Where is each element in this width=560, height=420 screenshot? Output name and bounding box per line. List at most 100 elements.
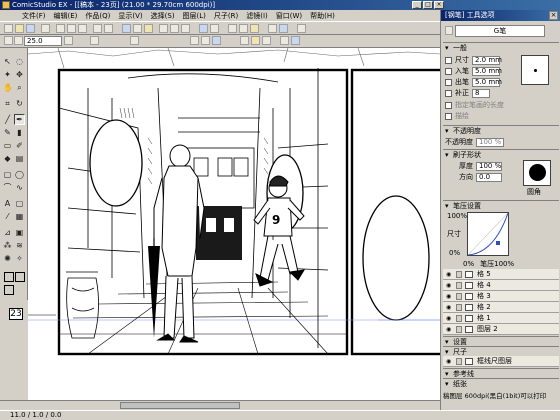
hand-icon[interactable]: ✋ [2,82,13,93]
zoom-icon[interactable]: ⌕ [14,82,25,93]
help-icon[interactable] [297,24,306,33]
rotate-right-icon[interactable] [201,36,210,45]
magic-wand-icon[interactable]: ✦ [2,69,13,80]
polyline-icon[interactable]: ⌒ [2,182,13,193]
fit-window-icon[interactable] [181,24,190,33]
focus-line-icon[interactable]: ✺ [2,253,13,264]
brush-shape-preview[interactable] [523,160,551,186]
lock-icon[interactable] [456,293,462,300]
lock-icon[interactable] [456,358,462,365]
zoom-dropdown-icon[interactable] [64,36,73,45]
ruler-view-icon[interactable] [239,24,248,33]
sparkle-icon[interactable]: ✧ [14,253,25,264]
app-icon[interactable] [2,1,10,9]
print-icon[interactable] [41,24,50,33]
select-icon[interactable]: ↖ [2,56,13,67]
zoom-out-small-icon[interactable] [4,36,13,45]
layer-props-icon[interactable] [144,24,153,33]
eye-icon[interactable]: ◉ [446,358,454,365]
lock-icon[interactable] [456,315,462,322]
hand-view-icon[interactable] [240,36,249,45]
correction-input[interactable]: 8 [472,88,490,98]
zoom-in-small-icon[interactable] [14,36,23,45]
marker-icon[interactable]: ▮ [14,127,25,138]
section-opacity[interactable]: 不透明度 [443,125,559,136]
balloon-icon[interactable]: ▢ [14,198,25,209]
tool-options-close-button[interactable]: × [549,11,558,20]
rect-icon[interactable]: ▢ [2,169,13,180]
grid-icon[interactable] [228,24,237,33]
transparency-icon[interactable] [279,24,288,33]
zoom-in-icon[interactable] [159,24,168,33]
show-guides-icon[interactable] [291,36,300,45]
pen-type-select[interactable]: G笔 [455,25,545,37]
flip-icon[interactable] [210,24,219,33]
lock-icon[interactable] [456,282,462,289]
pen-icon[interactable]: ✒ [14,114,25,125]
paste-icon[interactable] [78,24,87,33]
menu-view[interactable]: 显示(V) [114,11,146,21]
nav-prev-icon[interactable] [130,36,139,45]
copy-icon[interactable] [67,24,76,33]
preview-icon[interactable] [268,24,277,33]
opacity-input[interactable]: 100 % [476,137,504,147]
exit-input[interactable]: 5.0 mm [472,77,502,87]
menu-select[interactable]: 选择(S) [147,11,179,21]
undo-icon[interactable] [93,24,102,33]
layer-row[interactable]: ◉ 格 1 [443,313,559,324]
rotate-view-icon[interactable] [262,36,271,45]
zoom-input[interactable]: 25.0 [24,36,62,46]
story-icon[interactable] [122,24,131,33]
curve-icon[interactable]: ∿ [14,182,25,193]
rotate-reset-icon[interactable] [212,36,221,45]
save-icon[interactable] [26,24,35,33]
layer-row[interactable]: ◉ 格 5 [443,269,559,280]
pencil-icon[interactable]: ✎ [2,127,13,138]
move-icon[interactable]: ✥ [14,69,25,80]
eye-icon[interactable]: ◉ [446,293,454,300]
rotate-icon[interactable] [199,24,208,33]
pressure-control-point[interactable] [496,241,500,245]
fill-icon[interactable]: ◆ [2,153,13,164]
scrollbar-thumb[interactable] [120,402,240,409]
crop-icon[interactable]: ⌗ [2,98,13,109]
gradient-icon[interactable]: ▤ [14,153,25,164]
tool-options-title-bar[interactable]: [钢笔] 工具选项 × [441,10,560,21]
menu-window[interactable]: 窗口(W) [272,11,306,21]
lock-icon[interactable] [456,304,462,311]
show-grid-icon[interactable] [280,36,289,45]
page-icon[interactable] [133,24,142,33]
menu-work[interactable]: 作品(Q) [81,11,114,21]
layer-row[interactable]: ◉ 格 3 [443,291,559,302]
layer-row[interactable]: ◉ 图层 2 [443,324,559,335]
lock-icon[interactable] [456,326,462,333]
redo-icon[interactable] [104,24,113,33]
option2-checkbox[interactable] [445,112,452,120]
ruler-layer-row[interactable]: ◉ 框线尺图层 [443,356,559,367]
menu-help[interactable]: 帮助(H) [306,11,339,21]
pressure-curve-graph[interactable] [467,212,509,256]
nav-first-icon[interactable] [90,36,99,45]
pattern-icon[interactable]: ⁂ [2,240,13,251]
minimize-button[interactable]: _ [412,1,422,9]
layer-section-paper[interactable]: 纸张 [443,378,559,389]
zoom-out-icon[interactable] [170,24,179,33]
background-color-swatch[interactable] [15,272,25,282]
new-file-icon[interactable] [4,24,13,33]
zoom-view-icon[interactable] [251,36,260,45]
correction-checkbox[interactable] [445,89,452,97]
text-icon[interactable]: A [2,198,13,209]
ellipse-icon[interactable]: ◯ [14,169,25,180]
layer-section-settings[interactable]: 设置 [443,336,559,347]
horizontal-scrollbar[interactable] [0,400,440,410]
eyedropper-icon[interactable]: ⁄ [2,211,13,222]
rotate-left-icon[interactable] [190,36,199,45]
layer-section-guides[interactable]: 参考线 [443,368,559,379]
eye-icon[interactable]: ◉ [446,326,454,333]
snap-icon[interactable] [250,24,259,33]
layer-row[interactable]: ◉ 格 4 [443,280,559,291]
frame-ruler-icon[interactable]: ▣ [14,227,25,238]
size-checkbox[interactable] [445,56,452,64]
line-icon[interactable]: ╱ [2,114,13,125]
layer-row[interactable]: ◉ 格 2 [443,302,559,313]
